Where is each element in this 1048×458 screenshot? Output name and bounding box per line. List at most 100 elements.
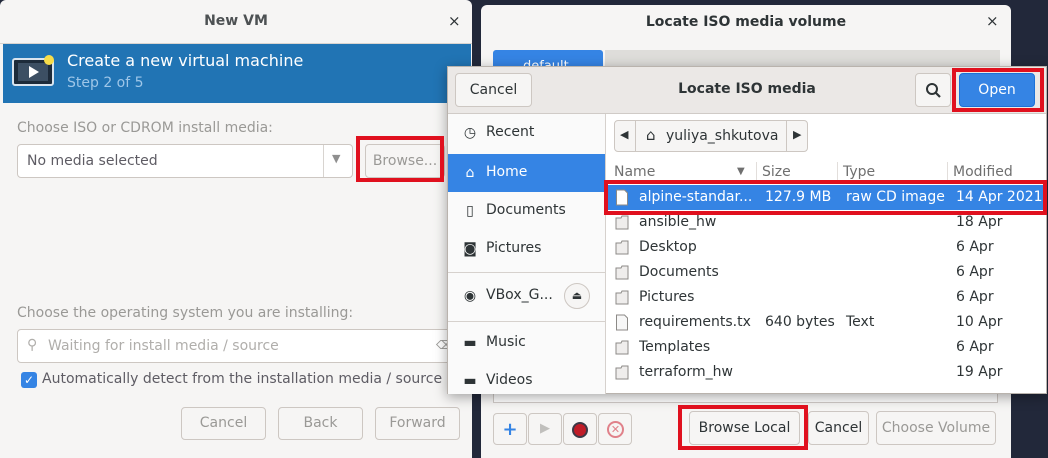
file-name: Documents (639, 264, 719, 280)
sidebar-item-home[interactable]: ⌂ Home (448, 154, 605, 192)
browse-local-button[interactable]: Browse Local (689, 411, 800, 445)
search-icon: ⚲ (27, 337, 38, 353)
file-modified: 18 Apr (956, 214, 1003, 230)
start-pool-button[interactable]: ▶ (528, 413, 562, 445)
autodetect-label: Automatically detect from the installati… (42, 371, 443, 387)
file-name: Pictures (639, 289, 695, 305)
sidebar-item-vbox[interactable]: ◉ VBox_G... ⏏ (448, 277, 605, 315)
folder-icon (615, 240, 629, 255)
iso-media-label: Choose ISO or CDROM install media: (17, 120, 273, 136)
column-name[interactable]: Name (614, 164, 655, 180)
file-modified: 6 Apr (956, 264, 994, 280)
os-search-placeholder: Waiting for install media / source (48, 338, 279, 354)
play-icon: ▶ (540, 421, 550, 436)
column-divider (756, 162, 757, 182)
close-icon[interactable]: × (986, 12, 999, 30)
file-row[interactable]: Pictures 6 Apr (607, 285, 1046, 310)
eject-icon[interactable]: ⏏ (564, 283, 590, 309)
path-crumb-home[interactable]: ⌂ yuliya_shkutova (635, 120, 787, 152)
chooser-title: Locate ISO media (678, 81, 816, 97)
chevron-down-icon[interactable]: ▼ (332, 152, 340, 165)
file-row[interactable]: requirements.txt 640 bytes Text 10 Apr (607, 310, 1046, 335)
sidebar-item-videos[interactable]: ▬ Videos (448, 362, 605, 400)
wizard-title: Create a new virtual machine (67, 51, 304, 70)
plus-icon: + (502, 419, 518, 440)
file-row[interactable]: terraform_hw 19 Apr (607, 360, 1046, 385)
sidebar-item-label: Documents (486, 202, 566, 218)
sidebar-item-label: Home (486, 164, 528, 180)
wizard-step: Step 2 of 5 (67, 75, 144, 91)
browse-button[interactable]: Browse... (365, 144, 445, 178)
file-row[interactable]: Desktop 6 Apr (607, 235, 1046, 260)
path-crumb-label: yuliya_shkutova (666, 128, 779, 144)
file-name: ansible_hw (639, 214, 717, 230)
document-icon: ▯ (466, 203, 474, 219)
home-icon: ⌂ (646, 126, 656, 144)
os-search-input[interactable]: ⚲ Waiting for install media / source ⌫ (17, 329, 462, 363)
sidebar-item-label: VBox_G... (486, 287, 553, 303)
search-button[interactable] (915, 73, 951, 107)
file-row[interactable]: Templates 6 Apr (607, 335, 1046, 360)
record-icon (572, 422, 588, 438)
combo-divider (323, 145, 324, 177)
autodetect-checkbox[interactable]: ✓ (21, 372, 37, 388)
back-button[interactable]: Back (278, 407, 363, 440)
chevron-right-icon: ▶ (793, 128, 802, 141)
sort-down-icon[interactable]: ▼ (737, 166, 745, 177)
volume-cancel-button[interactable]: Cancel (808, 411, 869, 445)
choose-volume-button[interactable]: Choose Volume (876, 411, 996, 445)
path-forward-button[interactable]: ▶ (786, 120, 808, 152)
file-icon (616, 189, 628, 206)
file-modified: 14 Apr 2021 (956, 189, 1043, 205)
home-icon: ⌂ (465, 165, 475, 181)
file-name: Desktop (639, 239, 697, 255)
file-modified: 6 Apr (956, 239, 994, 255)
close-icon[interactable]: × (448, 12, 461, 30)
file-name: Templates (639, 339, 711, 355)
forward-button[interactable]: Forward (375, 407, 460, 440)
clock-icon: ◷ (463, 125, 477, 141)
delete-icon: ✕ (607, 421, 624, 438)
column-modified[interactable]: Modified (953, 164, 1013, 180)
wizard-banner: Create a new virtual machine Step 2 of 5 (3, 44, 471, 103)
chooser-header: Cancel Locate ISO media Open (448, 67, 1046, 114)
disc-icon: ◉ (463, 288, 477, 304)
sidebar-item-pictures[interactable]: ◙ Pictures (448, 230, 605, 268)
path-back-button[interactable]: ◀ (614, 120, 636, 152)
file-row[interactable]: alpine-standar... 127.9 MB raw CD image 14 … (607, 185, 1046, 210)
file-size: 640 bytes (765, 314, 835, 330)
file-type: raw CD image (846, 189, 945, 205)
folder-icon: ▬ (463, 335, 477, 351)
sidebar-item-music[interactable]: ▬ Music (448, 324, 605, 362)
search-icon (926, 83, 941, 98)
sidebar-item-label: Recent (486, 124, 535, 140)
volume-window-title: Locate ISO media volume (645, 14, 847, 30)
sidebar-item-label: Pictures (486, 240, 542, 256)
folder-icon (615, 365, 629, 380)
file-row[interactable]: ansible_hw 18 Apr (607, 210, 1046, 235)
media-combo[interactable]: No media selected ▼ (17, 144, 353, 178)
add-pool-button[interactable]: + (493, 413, 527, 445)
places-sidebar: ◷ Recent ⌂ Home ▯ Documents ◙ Pictures ◉… (448, 114, 606, 394)
column-type[interactable]: Type (843, 164, 875, 180)
column-size[interactable]: Size (762, 164, 791, 180)
delete-pool-button[interactable]: ✕ (598, 413, 632, 445)
file-list-header: Name ▼ Size Type Modified (607, 162, 1047, 182)
folder-icon (615, 340, 629, 355)
file-name: requirements.txt (639, 314, 751, 330)
file-modified: 6 Apr (956, 289, 994, 305)
column-divider (947, 162, 948, 182)
file-type: Text (846, 314, 875, 330)
file-row[interactable]: Documents 6 Apr (607, 260, 1046, 285)
folder-icon (615, 290, 629, 305)
sidebar-item-label: Videos (486, 372, 533, 388)
open-button[interactable]: Open (959, 73, 1035, 107)
stop-pool-button[interactable] (563, 413, 597, 445)
sidebar-separator (448, 272, 605, 273)
cancel-button[interactable]: Cancel (181, 407, 266, 440)
new-vm-title: New VM (204, 13, 268, 29)
file-name: alpine-standar... (639, 189, 751, 205)
chevron-left-icon: ◀ (620, 128, 629, 141)
sidebar-item-recent[interactable]: ◷ Recent (448, 114, 605, 152)
sidebar-item-documents[interactable]: ▯ Documents (448, 192, 605, 230)
